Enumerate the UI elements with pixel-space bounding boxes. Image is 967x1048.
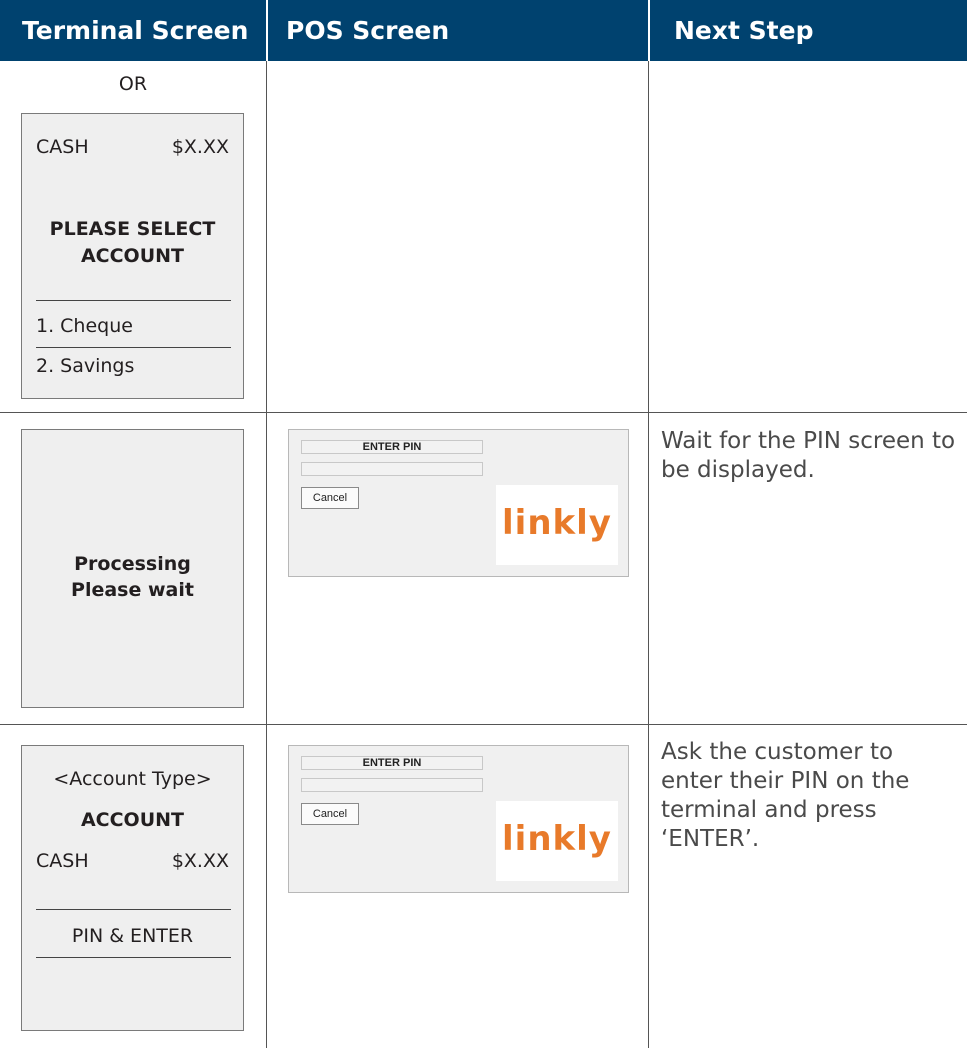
cash-label: CASH <box>36 136 89 158</box>
pos-title: ENTER PIN <box>301 440 483 454</box>
cash-label: CASH <box>36 850 89 872</box>
column-divider <box>266 61 267 1048</box>
header-divider <box>266 0 268 61</box>
option-savings: 2. Savings <box>36 355 135 377</box>
amount-value: $X.XX <box>171 850 229 872</box>
prompt-line-1: PLEASE SELECT <box>49 218 216 240</box>
option-cheque: 1. Cheque <box>36 315 133 337</box>
column-divider <box>648 61 649 1048</box>
pos-pin-field <box>301 778 483 792</box>
row-divider <box>0 724 967 725</box>
header-next-step: Next Step <box>674 16 814 45</box>
account-label: ACCOUNT <box>80 809 185 831</box>
divider <box>36 300 231 301</box>
next-step-text: Ask the customer to enter their PIN on t… <box>661 739 910 852</box>
header-terminal-screen: Terminal Screen <box>22 16 249 45</box>
prompt-line-2: ACCOUNT <box>80 245 185 267</box>
processing-line-2: Please wait <box>71 579 194 601</box>
row-divider <box>0 412 967 413</box>
linkly-logo: linkly <box>496 485 618 565</box>
logo-text: linkly <box>502 819 612 859</box>
terminal-screen-enter-pin: <Account Type> ACCOUNT CASH $X.XX PIN & … <box>21 745 244 1031</box>
logo-text: linkly <box>502 503 612 543</box>
header-pos-screen: POS Screen <box>286 16 450 45</box>
cancel-button[interactable]: Cancel <box>301 487 359 509</box>
linkly-logo: linkly <box>496 801 618 881</box>
terminal-screen-processing: Processing Please wait <box>21 429 244 708</box>
pin-enter-prompt: PIN & ENTER <box>71 925 194 947</box>
cancel-button[interactable]: Cancel <box>301 803 359 825</box>
next-step-text: Wait for the PIN screen to be displayed. <box>661 428 956 483</box>
pos-screen-enter-pin: ENTER PIN Cancel linkly <box>288 429 629 577</box>
processing-line-1: Processing <box>74 553 191 575</box>
divider <box>36 909 231 910</box>
amount-value: $X.XX <box>171 136 229 158</box>
header-divider <box>648 0 650 61</box>
table-header: Terminal Screen POS Screen Next Step <box>0 0 967 61</box>
pos-title: ENTER PIN <box>301 756 483 770</box>
or-label: OR <box>118 73 148 95</box>
pos-pin-field <box>301 462 483 476</box>
divider <box>36 347 231 348</box>
account-type-label: <Account Type> <box>53 768 212 790</box>
divider <box>36 957 231 958</box>
terminal-screen-select-account: CASH $X.XX PLEASE SELECT ACCOUNT 1. Cheq… <box>21 113 244 399</box>
pos-screen-enter-pin: ENTER PIN Cancel linkly <box>288 745 629 893</box>
